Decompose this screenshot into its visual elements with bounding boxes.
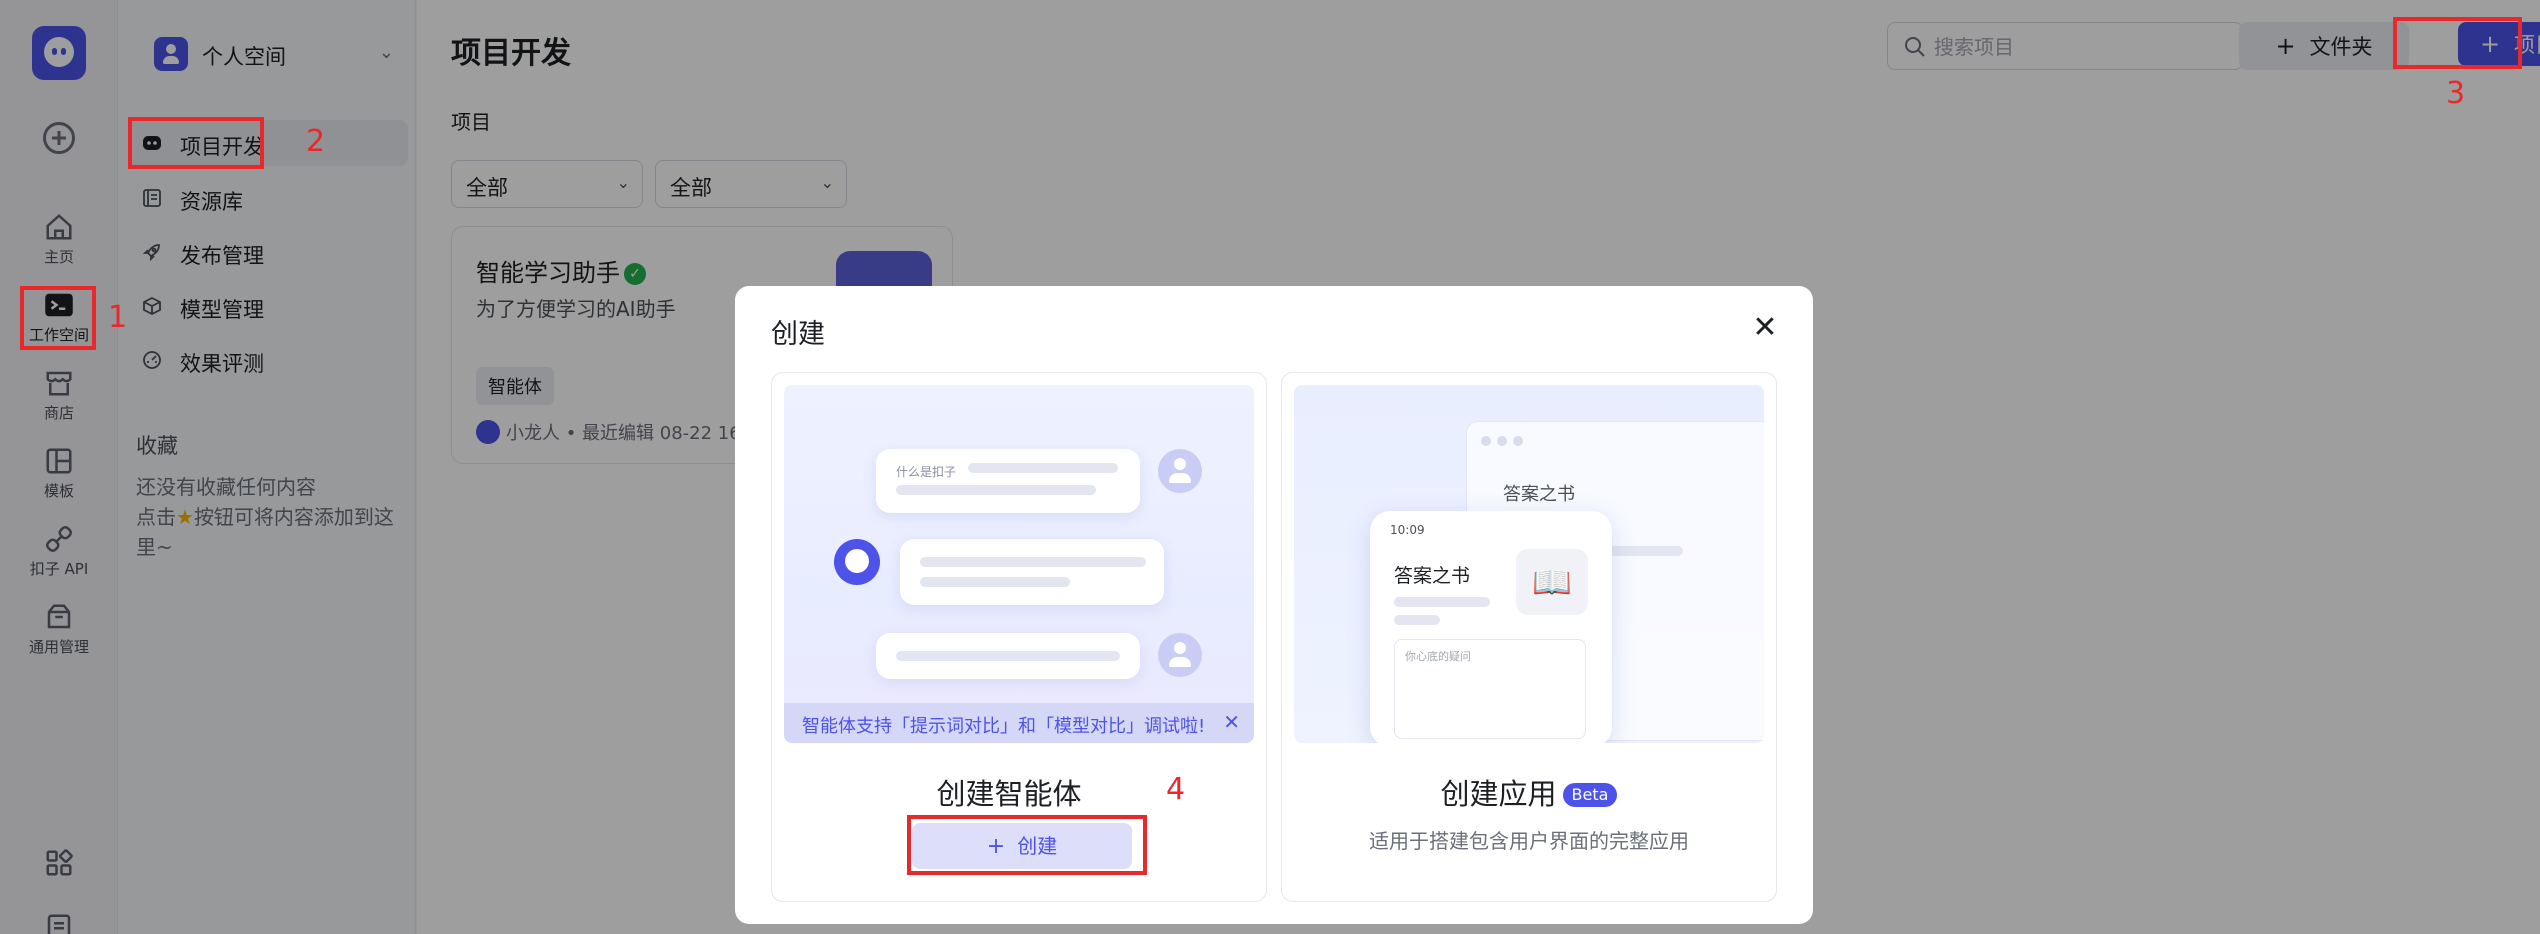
app-preview-illustration: 答案之书 10:09 答案之书 📖 你心底的疑问 (1294, 385, 1764, 743)
skeleton-line (920, 557, 1146, 567)
skeleton-line (896, 651, 1120, 661)
skeleton-line (896, 485, 1096, 495)
create-app-option[interactable]: 答案之书 10:09 答案之书 📖 你心底的疑问 创建应用 Beta 适用于搭建包… (1281, 372, 1777, 902)
window-dot (1497, 436, 1507, 446)
phone-input-placeholder: 你心底的疑问 (1405, 650, 1471, 663)
feature-banner-text: 智能体支持「提示词对比」和「模型对比」调试啦! (802, 716, 1206, 737)
skeleton-line (920, 577, 1070, 587)
agent-preview-illustration: 什么是扣子 智能体支持「提示词对比」和「模型对比」调试啦! ✕ (784, 385, 1254, 743)
phone-mock-title: 答案之书 (1394, 565, 1471, 587)
annotation-number-2: 2 (306, 124, 326, 159)
chat-bubble (876, 633, 1140, 679)
chat-bubble: 什么是扣子 (876, 449, 1140, 513)
book-icon: 📖 (1516, 549, 1588, 615)
annotation-box-2 (128, 117, 264, 169)
dialog-title: 创建 (771, 319, 825, 350)
annotation-number-3: 3 (2446, 76, 2466, 111)
annotation-box-4 (907, 815, 1147, 875)
phone-mock: 10:09 答案之书 📖 你心底的疑问 (1370, 511, 1612, 743)
create-app-title: 创建应用 Beta (1282, 771, 1776, 813)
beta-badge: Beta (1562, 783, 1618, 807)
skeleton-line (968, 463, 1118, 473)
annotation-box-1 (20, 286, 96, 350)
window-mock-title: 答案之书 (1503, 484, 1575, 505)
skeleton-line (1394, 615, 1440, 625)
annotation-number-1: 1 (108, 300, 128, 335)
phone-input-mock: 你心底的疑问 (1394, 639, 1586, 739)
create-app-description: 适用于搭建包含用户界面的完整应用 (1369, 829, 1689, 853)
bubble-hint-text: 什么是扣子 (896, 465, 957, 479)
feature-banner: 智能体支持「提示词对比」和「模型对比」调试啦! ✕ (784, 703, 1254, 743)
user-avatar-icon (1158, 449, 1202, 493)
phone-time: 10:09 (1390, 523, 1425, 537)
create-app-title-text: 创建应用 (1440, 777, 1557, 811)
user-avatar-icon (1158, 633, 1202, 677)
bot-avatar-icon (834, 539, 880, 585)
annotation-number-4: 4 (1166, 772, 1186, 807)
create-dialog: 创建 ✕ 什么是扣子 智能体支持「提示词对比」和「模型对比」调试啦! ✕ 创建智… (735, 286, 1813, 924)
close-icon[interactable]: ✕ (1747, 310, 1783, 346)
chat-bubble (900, 539, 1164, 605)
window-dot (1481, 436, 1491, 446)
close-icon[interactable]: ✕ (1223, 710, 1240, 734)
window-dot (1513, 436, 1523, 446)
skeleton-line (1394, 597, 1490, 607)
annotation-box-3 (2393, 17, 2522, 69)
